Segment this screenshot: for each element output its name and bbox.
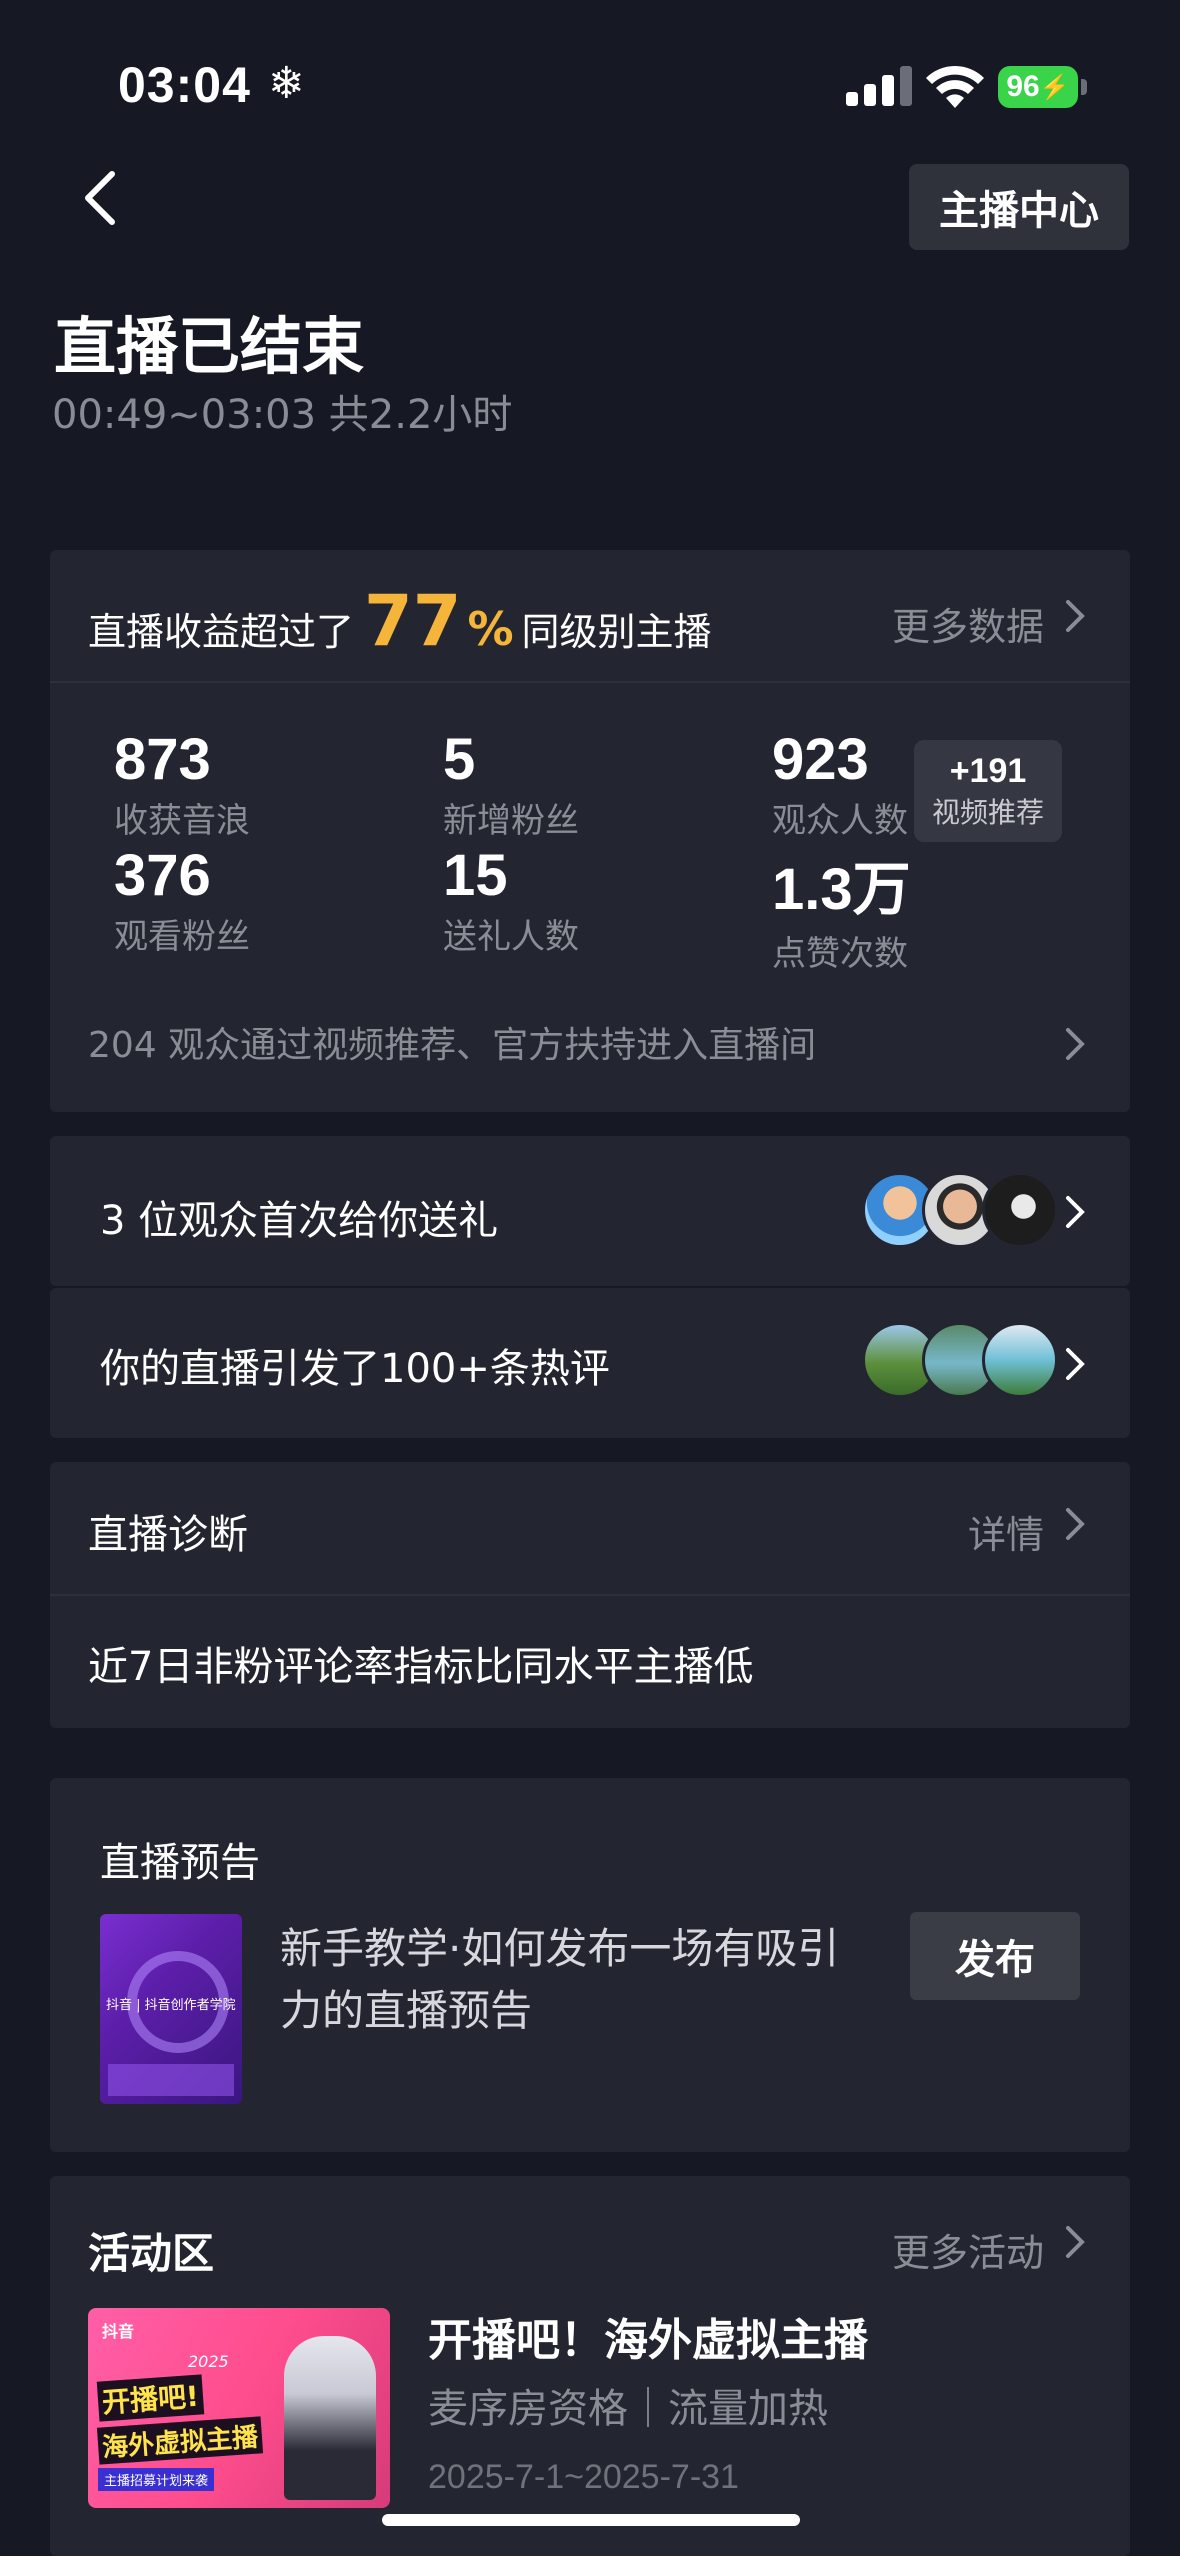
diagnosis-card: 直播诊断 详情 近7日非粉评论率指标比同水平主播低: [50, 1462, 1130, 1728]
preview-title: 直播预告: [100, 1840, 260, 1886]
thumbnail-caption: 抖音 | 抖音创作者学院: [106, 1998, 236, 2013]
hot-comment-row[interactable]: 你的直播引发了100+条热评: [50, 1288, 1130, 1438]
activity-card: 活动区 更多活动 抖音 2025 开播吧! 海外虚拟主播 主播招募计划来袭 开播…: [50, 2176, 1130, 2556]
status-time: 03:04: [118, 57, 251, 113]
activity-tags: 麦序房资格｜流量加热: [428, 2386, 828, 2432]
thumbnail-line2: 海外虚拟主播: [96, 2416, 264, 2465]
revenue-ranking-line: 直播收益超过了 77 % 同级别主播: [88, 580, 712, 662]
chevron-right-icon[interactable]: [1064, 1026, 1086, 1062]
chevron-right-icon[interactable]: [1064, 2224, 1086, 2260]
thumbnail-year: 2025: [188, 2352, 229, 2371]
chevron-right-icon[interactable]: [1064, 1506, 1086, 1542]
stat-item: 873 收获音浪: [114, 727, 250, 841]
diagnosis-title: 直播诊断: [88, 1512, 248, 1558]
page-title: 直播已结束: [54, 310, 365, 383]
diagnosis-detail-link[interactable]: 详情: [968, 1504, 1044, 1559]
avatar: [982, 1322, 1058, 1398]
avatar: [982, 1172, 1058, 1248]
hot-comment-label: 你的直播引发了100+条热评: [100, 1346, 610, 1392]
activity-dates: 2025-7-1~2025-7-31: [428, 2458, 739, 2496]
publish-button[interactable]: 发布: [910, 1912, 1080, 2000]
stat-item: 5 新增粉丝: [443, 727, 579, 841]
first-gift-row[interactable]: 3 位观众首次给你送礼: [50, 1136, 1130, 1286]
stat-item: 15 送礼人数: [443, 843, 579, 957]
first-gift-label: 3 位观众首次给你送礼: [100, 1198, 499, 1244]
video-boost-badge: +191 视频推荐: [914, 740, 1062, 842]
thumbnail-line1: 开播吧!: [96, 2374, 205, 2422]
activity-thumbnail[interactable]: 抖音 2025 开播吧! 海外虚拟主播 主播招募计划来袭: [88, 2308, 390, 2508]
diagnosis-text: 近7日非粉评论率指标比同水平主播低: [88, 1644, 754, 1690]
stat-item: 376 观看粉丝: [114, 843, 250, 957]
activity-title: 活动区: [88, 2229, 215, 2278]
chevron-right-icon[interactable]: [1064, 1346, 1086, 1382]
live-preview-card: 直播预告 抖音 | 抖音创作者学院 新手教学·如何发布一场有吸引力的直播预告 发…: [50, 1778, 1130, 2152]
more-data-link[interactable]: 更多数据: [892, 596, 1044, 651]
battery-indicator: 96 ⚡: [998, 66, 1088, 108]
stat-item: 1.3万 点赞次数: [772, 857, 911, 974]
preview-description[interactable]: 新手教学·如何发布一场有吸引力的直播预告: [280, 1918, 840, 2042]
thumbnail-tag: 主播招募计划来袭: [98, 2468, 215, 2491]
revenue-card: 直播收益超过了 77 % 同级别主播 更多数据 873 收获音浪 5 新增粉丝 …: [50, 550, 1130, 1112]
chevron-right-icon[interactable]: [1064, 1194, 1086, 1230]
anchor-center-button[interactable]: 主播中心: [909, 164, 1129, 250]
live-duration: 00:49~03:03 共2.2小时: [52, 392, 513, 438]
battery-level: 96 ⚡: [998, 66, 1078, 108]
snowflake-icon: ❄: [268, 58, 305, 109]
tiktok-logo: 抖音: [102, 2322, 135, 2341]
chevron-right-icon[interactable]: [1064, 598, 1086, 634]
more-activity-link[interactable]: 更多活动: [892, 2222, 1044, 2277]
wifi-icon: [926, 65, 984, 108]
virtual-anchor-figure: [284, 2336, 376, 2500]
preview-thumbnail[interactable]: 抖音 | 抖音创作者学院: [100, 1914, 242, 2104]
home-indicator[interactable]: [382, 2514, 800, 2526]
revenue-percent: 77: [364, 580, 462, 662]
back-chevron-icon[interactable]: [78, 168, 122, 228]
entry-source-note[interactable]: 204 观众通过视频推荐、官方扶持进入直播间: [88, 1016, 816, 1068]
stat-item: 923 观众人数: [772, 727, 908, 841]
activity-name[interactable]: 开播吧！海外虚拟主播: [428, 2304, 868, 2368]
